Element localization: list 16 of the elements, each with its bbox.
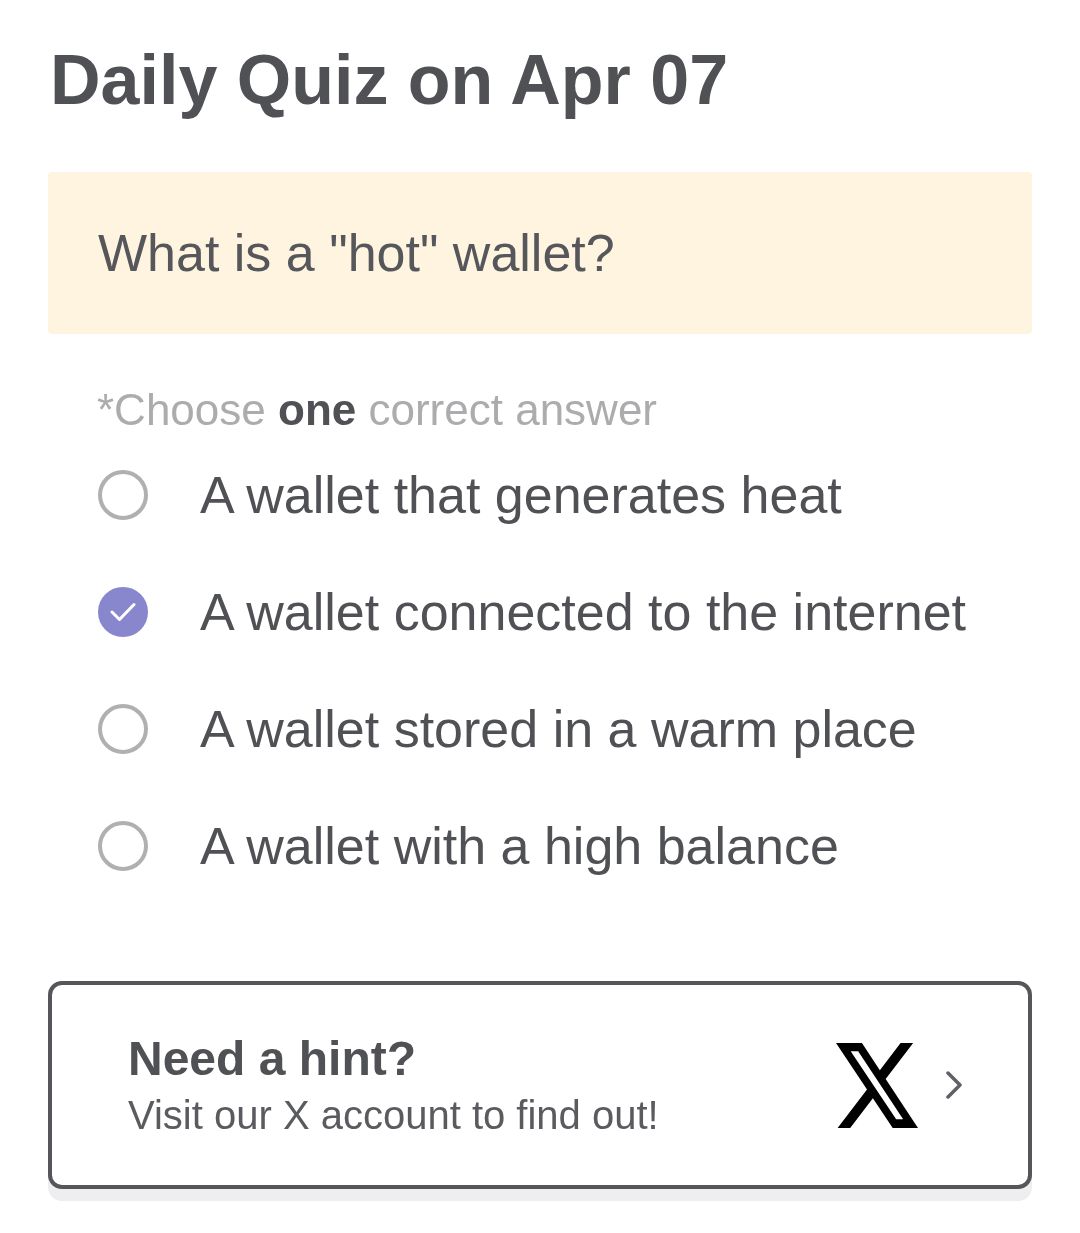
check-icon bbox=[110, 601, 136, 622]
chevron-right-icon bbox=[946, 1071, 962, 1099]
option-label[interactable]: A wallet stored in a warm place bbox=[200, 697, 917, 760]
option-label[interactable]: A wallet that generates heat bbox=[200, 463, 842, 526]
hint-title: Need a hint? bbox=[128, 1031, 417, 1087]
radio-button[interactable] bbox=[98, 703, 148, 754]
hint-subtitle: Visit our X account to find out! bbox=[128, 1092, 659, 1139]
radio-button[interactable] bbox=[98, 820, 148, 871]
question-text: What is a "hot" wallet? bbox=[98, 223, 615, 284]
radio-button[interactable] bbox=[98, 469, 148, 520]
option-label[interactable]: A wallet with a high balance bbox=[200, 814, 839, 877]
page-title: Daily Quiz on Apr 07 bbox=[50, 40, 729, 120]
radio-button[interactable] bbox=[98, 586, 148, 637]
x-logo-icon bbox=[836, 1042, 918, 1128]
instruction-text: *Choose one correct answer bbox=[97, 384, 657, 436]
option-label[interactable]: A wallet connected to the internet bbox=[200, 580, 967, 643]
